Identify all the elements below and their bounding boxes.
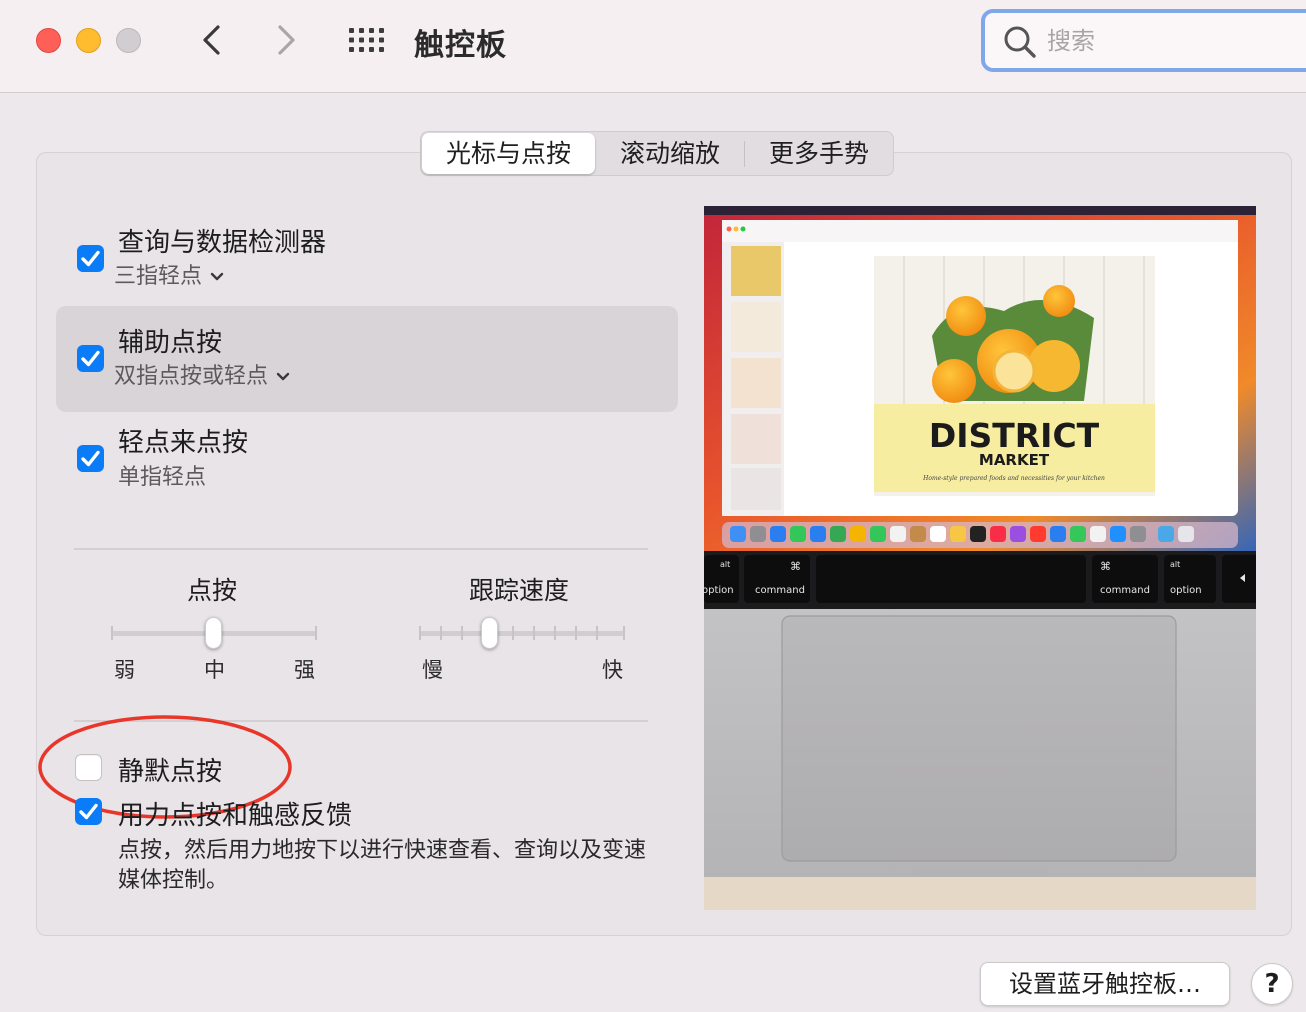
- window-title: 触控板: [414, 28, 507, 63]
- tap-to-click-checkbox[interactable]: [77, 445, 104, 472]
- secondary-click-checkbox[interactable]: [77, 345, 104, 372]
- slider-tick: [315, 626, 317, 640]
- tab-point-and-click[interactable]: 光标与点按: [422, 133, 596, 174]
- key-alt-label-right: alt: [1170, 560, 1180, 569]
- chevron-down-icon: [210, 272, 224, 281]
- tab-bar: 光标与点按 滚动缩放 更多手势: [420, 131, 895, 176]
- slider-tick: [440, 626, 442, 640]
- slider-tick: [554, 626, 556, 640]
- slider-tick: [461, 626, 463, 640]
- checkmark-icon: [79, 803, 98, 820]
- slider-tick: [419, 626, 421, 640]
- tracking-min-label: 慢: [422, 658, 443, 682]
- preview-illustration: DISTRICT MARKET Home-style prepared food…: [704, 206, 1256, 910]
- forward-arrow-icon[interactable]: [271, 22, 301, 58]
- force-click-title: 用力点按和触感反馈: [118, 801, 353, 831]
- secondary-click-menu[interactable]: 双指点按或轻点: [114, 358, 290, 390]
- key-command-label: command: [755, 585, 805, 596]
- search-field[interactable]: [981, 9, 1306, 72]
- tab-scroll-and-zoom[interactable]: 滚动缩放: [596, 132, 744, 175]
- key-option-label: option: [704, 585, 734, 596]
- key-command-symbol-right: ⌘: [1100, 560, 1111, 573]
- click-mid-label: 中: [204, 658, 225, 682]
- tracking-slider-track[interactable]: [419, 631, 625, 636]
- tracking-max-label: 快: [602, 658, 623, 682]
- checkmark-icon: [81, 350, 100, 367]
- slider-tick: [111, 626, 113, 640]
- secondary-click-value: 双指点按或轻点: [114, 364, 269, 389]
- slider-tick: [623, 626, 625, 640]
- minimize-window-button[interactable]: [76, 28, 101, 53]
- slider-tick: [596, 626, 598, 640]
- tracking-slider-knob[interactable]: [481, 617, 498, 649]
- slider-tick: [533, 626, 535, 640]
- key-alt-label: alt: [720, 560, 730, 569]
- click-max-label: 强: [294, 658, 315, 682]
- checkmark-icon: [81, 450, 100, 467]
- key-option-label-right: option: [1170, 585, 1202, 596]
- tracking-slider-label: 跟踪速度: [469, 576, 570, 605]
- poster-tagline: Home-style prepared foods and necessitie…: [922, 475, 1105, 482]
- poster-title: DISTRICT: [929, 416, 1100, 455]
- chevron-down-icon: [276, 372, 290, 381]
- click-slider-knob[interactable]: [205, 617, 222, 649]
- slider-tick: [512, 626, 514, 640]
- force-click-description: 点按，然后用力地按下以进行快速查看、查询以及变速媒体控制。: [118, 838, 647, 893]
- close-window-button[interactable]: [36, 28, 61, 53]
- tap-to-click-title: 轻点来点按: [118, 428, 249, 458]
- click-min-label: 弱: [114, 658, 135, 682]
- slider-tick: [575, 626, 577, 640]
- setup-bluetooth-trackpad-button[interactable]: 设置蓝牙触控板…: [980, 962, 1230, 1006]
- help-button[interactable]: ?: [1251, 963, 1293, 1005]
- tab-more-gestures[interactable]: 更多手势: [745, 132, 893, 175]
- back-arrow-icon[interactable]: [197, 22, 227, 58]
- tap-to-click-subtitle: 单指轻点: [118, 465, 207, 490]
- lookup-gesture-value: 三指轻点: [114, 264, 203, 289]
- zoom-window-button[interactable]: [116, 28, 141, 53]
- poster-subtitle: MARKET: [979, 451, 1050, 469]
- click-slider-label: 点按: [187, 576, 238, 605]
- force-click-checkbox[interactable]: [75, 798, 102, 825]
- search-icon: [1004, 26, 1036, 58]
- gesture-preview-video: DISTRICT MARKET Home-style prepared food…: [704, 206, 1256, 910]
- divider: [74, 548, 648, 550]
- lookup-title: 查询与数据检测器: [118, 228, 327, 258]
- key-command-label-right: command: [1100, 585, 1150, 596]
- lookup-checkbox[interactable]: [77, 245, 104, 272]
- secondary-click-title: 辅助点按: [118, 328, 223, 358]
- show-all-grid-icon[interactable]: [348, 27, 386, 53]
- search-input[interactable]: [1047, 23, 1297, 59]
- lookup-gesture-menu[interactable]: 三指轻点: [114, 258, 224, 290]
- title-bar: 触控板: [0, 0, 1306, 93]
- checkmark-icon: [81, 250, 100, 267]
- key-command-symbol: ⌘: [790, 560, 801, 573]
